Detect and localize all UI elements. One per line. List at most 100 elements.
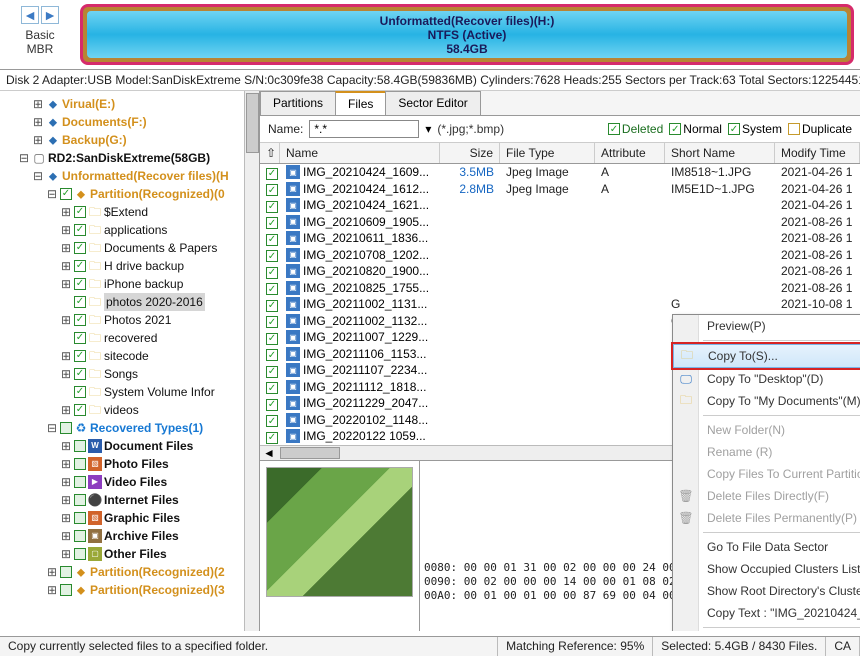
tree-songs[interactable]: Songs	[104, 365, 138, 383]
table-row[interactable]: ✓▣IMG_20210424_1612...2.8MBJpeg ImageAIM…	[260, 181, 860, 198]
tree-apps[interactable]: applications	[104, 221, 167, 239]
up-folder-icon[interactable]: ⇧	[260, 143, 280, 163]
partition-bar[interactable]: Unformatted(Recover files)(H:) NTFS (Act…	[80, 4, 854, 65]
tree-arcfiles[interactable]: Archive Files	[104, 527, 179, 545]
duplicate-checkbox[interactable]	[788, 123, 800, 135]
table-row[interactable]: ✓▣IMG_20210609_1905...2021-08-26 1	[260, 214, 860, 231]
table-row[interactable]: ✓▣IMG_20210424_1609...3.5MBJpeg ImageAIM…	[260, 164, 860, 181]
tree-otherfiles[interactable]: Other Files	[104, 545, 167, 563]
deleted-checkbox[interactable]: ✓	[608, 123, 620, 135]
row-checkbox[interactable]: ✓	[266, 333, 278, 345]
tree-pane[interactable]: ⊞⬥Virual(E:) ⊞⬥Documents(F:) ⊞⬥Backup(G:…	[0, 91, 260, 631]
tree-netfiles[interactable]: Internet Files	[104, 491, 179, 509]
nav-next-button[interactable]: ►	[41, 6, 59, 24]
jpeg-icon: ▣	[286, 264, 300, 278]
table-row[interactable]: ✓▣IMG_20210424_1621...2021-04-26 1	[260, 197, 860, 214]
system-checkbox[interactable]: ✓	[728, 123, 740, 135]
col-type[interactable]: File Type	[500, 143, 595, 163]
jpeg-icon: ▣	[286, 297, 300, 311]
row-checkbox[interactable]: ✓	[266, 234, 278, 246]
col-name[interactable]: Name	[280, 143, 440, 163]
tree-iphone[interactable]: iPhone backup	[104, 275, 183, 293]
tree-extend[interactable]: $Extend	[104, 203, 148, 221]
row-checkbox[interactable]: ✓	[266, 283, 278, 295]
file-shortname: IM8518~1.JPG	[665, 165, 775, 179]
tree-unformatted[interactable]: Unformatted(Recover files)(H	[62, 167, 229, 185]
row-checkbox[interactable]: ✓	[266, 349, 278, 361]
col-attr[interactable]: Attribute	[595, 143, 665, 163]
file-name: IMG_20211112_1818...	[303, 380, 426, 394]
table-row[interactable]: ✓▣IMG_20210708_1202...2021-08-26 1	[260, 247, 860, 264]
row-checkbox[interactable]: ✓	[266, 300, 278, 312]
preview-pane	[260, 461, 420, 632]
hdd-icon: ▢	[32, 151, 46, 165]
normal-checkbox[interactable]: ✓	[669, 123, 681, 135]
tab-partitions[interactable]: Partitions	[260, 91, 336, 115]
table-row[interactable]: ✓▣IMG_20210825_1755...2021-08-26 1	[260, 280, 860, 297]
tree-videofiles[interactable]: Video Files	[104, 473, 167, 491]
table-row[interactable]: ✓▣IMG_20210820_1900...2021-08-26 1	[260, 263, 860, 280]
tree-rectypes[interactable]: Recovered Types(1)	[90, 419, 203, 437]
tree-photofiles[interactable]: Photo Files	[104, 455, 169, 473]
file-name: IMG_20211002_1132...	[303, 314, 427, 328]
tree-sysvol[interactable]: System Volume Infor	[104, 383, 215, 401]
row-checkbox[interactable]: ✓	[266, 382, 278, 394]
preview-image[interactable]	[266, 467, 413, 597]
tree-scrollbar[interactable]	[244, 91, 259, 631]
tree-hdrive[interactable]: H drive backup	[104, 257, 184, 275]
menu-copy-mydocs[interactable]: 🗀Copy To "My Documents"(M)	[673, 390, 860, 412]
tree-virtual[interactable]: Virual(E:)	[62, 95, 115, 113]
tab-files[interactable]: Files	[335, 91, 386, 115]
tree-gfxfiles[interactable]: Graphic Files	[104, 509, 180, 527]
menu-goto-sector[interactable]: Go To File Data Sector▸	[673, 536, 860, 558]
menu-show-occupied[interactable]: Show Occupied Clusters List	[673, 558, 860, 580]
tree-hdd[interactable]: RD2:SanDiskExtreme(58GB)	[48, 149, 210, 167]
tree-docfiles[interactable]: Document Files	[104, 437, 193, 455]
table-row[interactable]: ✓▣IMG_20210611_1836...2021-08-26 1	[260, 230, 860, 247]
partition-icon: ⬥	[74, 565, 88, 579]
row-checkbox[interactable]: ✓	[266, 201, 278, 213]
row-checkbox[interactable]: ✓	[266, 267, 278, 279]
checkbox-icon[interactable]: ✓	[60, 188, 72, 200]
row-checkbox[interactable]: ✓	[266, 366, 278, 378]
col-mod[interactable]: Modify Time	[775, 143, 860, 163]
menu-copy-current: Copy Files To Current Partition(W)	[673, 463, 860, 485]
row-checkbox[interactable]: ✓	[266, 168, 278, 180]
tree-documents[interactable]: Documents(F:)	[62, 113, 147, 131]
row-checkbox[interactable]: ✓	[266, 415, 278, 427]
col-size[interactable]: Size	[440, 143, 500, 163]
row-checkbox[interactable]: ✓	[266, 217, 278, 229]
menu-copy-to[interactable]: 🗀Copy To(S)...	[673, 344, 860, 368]
name-filter-input[interactable]	[309, 120, 419, 138]
tree-photos[interactable]: photos 2020-2016	[104, 293, 205, 311]
partition-fs: NTFS (Active)	[428, 28, 507, 42]
tree-partrec0[interactable]: Partition(Recognized)(0	[90, 185, 225, 203]
menu-preview[interactable]: Preview(P)	[673, 315, 860, 337]
table-row[interactable]: ✓▣IMG_20211002_1131...G2021-10-08 1	[260, 296, 860, 313]
tree-partrec2[interactable]: Partition(Recognized)(2	[90, 563, 225, 581]
partition-icon: ⬥	[74, 583, 88, 597]
nav-prev-button[interactable]: ◄	[21, 6, 39, 24]
row-checkbox[interactable]: ✓	[266, 250, 278, 262]
row-checkbox[interactable]: ✓	[266, 184, 278, 196]
jpeg-icon: ▣	[286, 429, 300, 443]
tree-recovered[interactable]: recovered	[104, 329, 157, 347]
tree-sitecode[interactable]: sitecode	[104, 347, 149, 365]
recycle-icon: ♻	[74, 421, 88, 435]
name-filter-dropdown[interactable]: ▾	[425, 122, 431, 136]
tree-photos21[interactable]: Photos 2021	[104, 311, 171, 329]
row-checkbox[interactable]: ✓	[266, 432, 278, 444]
col-short[interactable]: Short Name	[665, 143, 775, 163]
status-match: Matching Reference: 95%	[498, 637, 653, 656]
menu-show-root[interactable]: Show Root Directory's Clusters List	[673, 580, 860, 602]
row-checkbox[interactable]: ✓	[266, 399, 278, 411]
tree-videos[interactable]: videos	[104, 401, 139, 419]
tree-docs[interactable]: Documents & Papers	[104, 239, 217, 257]
tree-partrec3[interactable]: Partition(Recognized)(3	[90, 581, 225, 599]
menu-copy-desktop[interactable]: 🖵Copy To "Desktop"(D)	[673, 368, 860, 390]
menu-copy-text[interactable]: Copy Text : "IMG_20210424_162113.jpg"	[673, 602, 860, 624]
file-name: IMG_20211229_2047...	[303, 396, 428, 410]
row-checkbox[interactable]: ✓	[266, 316, 278, 328]
tree-backup[interactable]: Backup(G:)	[62, 131, 127, 149]
tab-sector-editor[interactable]: Sector Editor	[385, 91, 480, 115]
